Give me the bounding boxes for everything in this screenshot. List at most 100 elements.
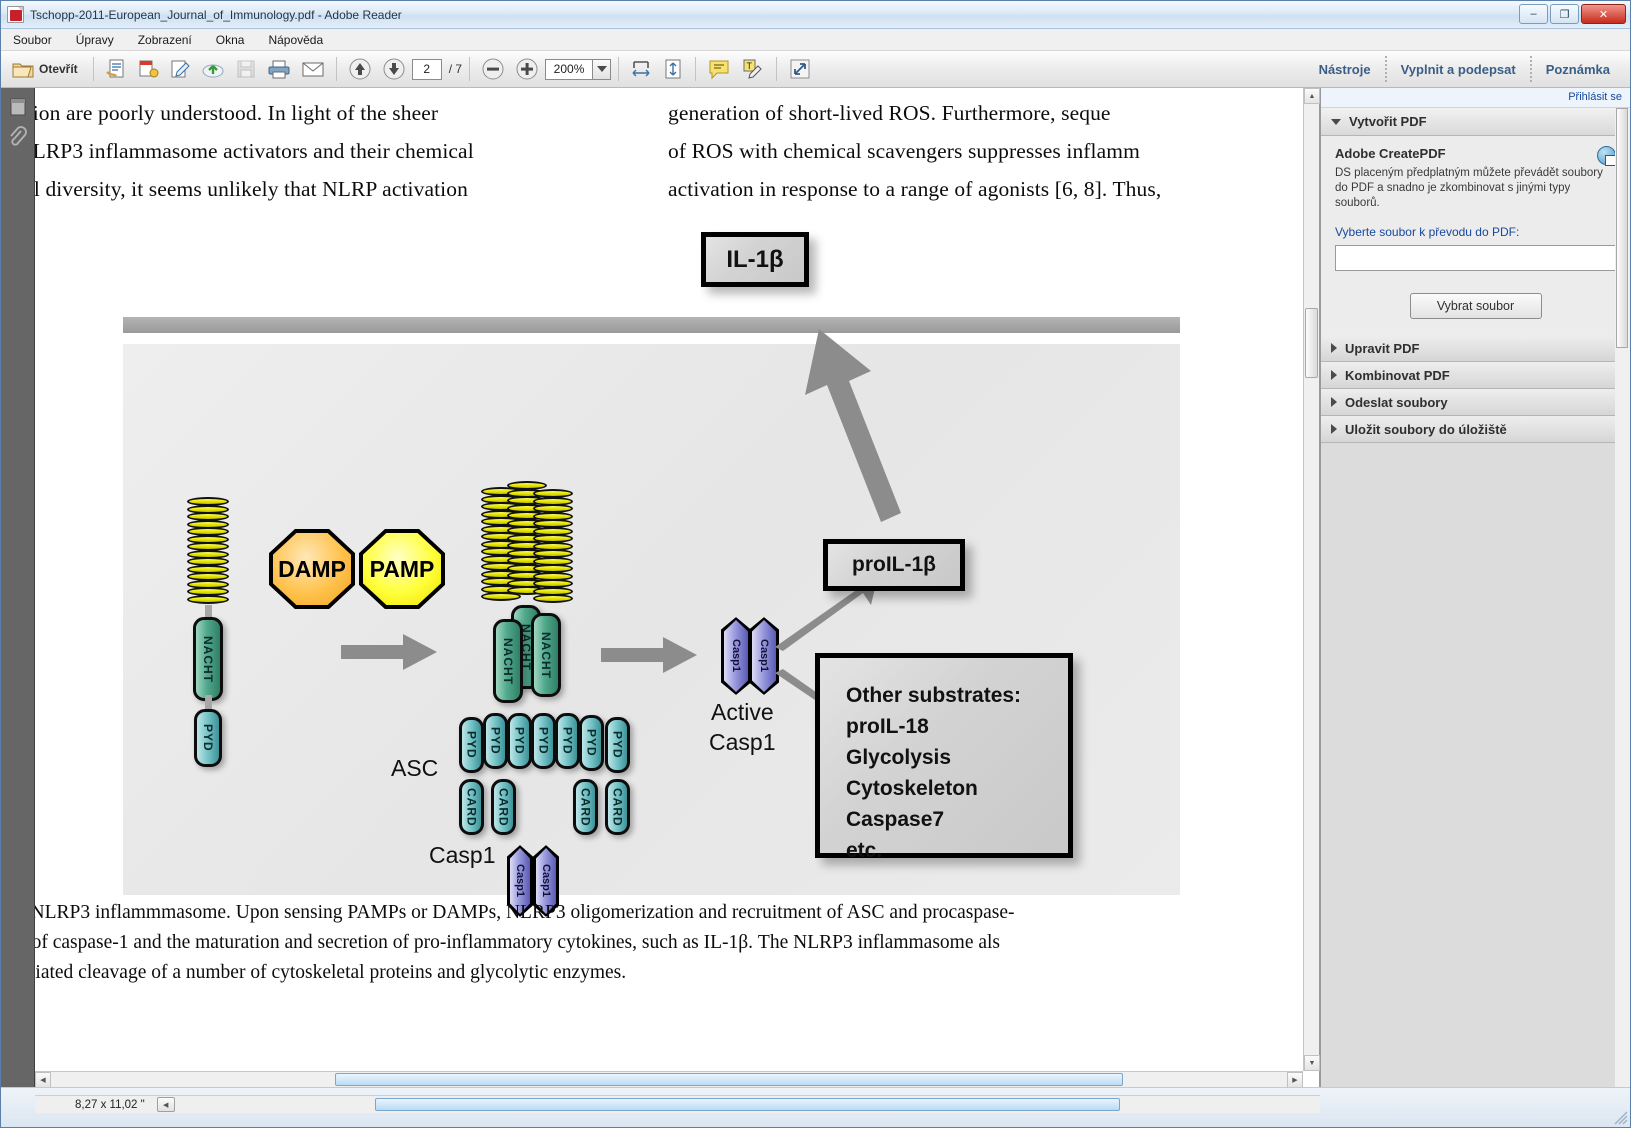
toolbar-right-tabs: Nástroje Vyplnit a podepsat Poznámka bbox=[1305, 51, 1624, 87]
menu-item-napoveda[interactable]: Nápověda bbox=[264, 32, 327, 48]
scroll-left-button[interactable]: ◀ bbox=[35, 1072, 51, 1088]
fit-page-button[interactable] bbox=[658, 54, 688, 84]
pyd-label: PYD bbox=[201, 724, 215, 752]
navigation-pane-strip bbox=[1, 88, 35, 1087]
open-button-label: Otevřít bbox=[39, 62, 78, 76]
horizontal-scrollbar[interactable]: ◀ ▶ bbox=[35, 1071, 1303, 1088]
highlight-text-button[interactable]: T bbox=[737, 54, 769, 84]
zoom-dropdown-button[interactable] bbox=[593, 58, 612, 80]
tools-right-panel: Přihlásit se Vytvořit PDF Adobe CreatePD… bbox=[1320, 88, 1630, 1087]
lrr-coil bbox=[187, 497, 229, 604]
menu-bar: Soubor Úpravy Zobrazení Okna Nápověda bbox=[1, 29, 1630, 51]
section-upravit-pdf[interactable]: Upravit PDF bbox=[1321, 335, 1630, 362]
section-ulozit-soubory[interactable]: Uložit soubory do úložiště bbox=[1321, 416, 1630, 443]
section-kombinovat-pdf[interactable]: Kombinovat PDF bbox=[1321, 362, 1630, 389]
section-label: Kombinovat PDF bbox=[1345, 367, 1450, 383]
scroll-left-button-small[interactable]: ◀ bbox=[156, 1097, 175, 1112]
cell-membrane bbox=[123, 317, 1180, 333]
card-label: CARD bbox=[464, 787, 479, 827]
zoom-out-icon bbox=[482, 58, 504, 80]
create-pdf-section-header[interactable]: Vytvořit PDF bbox=[1321, 108, 1630, 136]
page-total-label: / 7 bbox=[448, 62, 463, 76]
printer-icon bbox=[268, 60, 290, 79]
card-domain: CARD bbox=[491, 779, 516, 835]
edit-pdf-button[interactable] bbox=[165, 54, 195, 84]
menu-item-okna[interactable]: Okna bbox=[212, 32, 249, 48]
tab-nastroje[interactable]: Nástroje bbox=[1305, 51, 1385, 87]
vertical-scrollbar-thumb[interactable] bbox=[1305, 308, 1318, 378]
cloud-upload-icon bbox=[202, 64, 224, 78]
scroll-right-button[interactable]: ▶ bbox=[1287, 1072, 1303, 1088]
previous-page-button[interactable] bbox=[344, 54, 376, 84]
status-bar: 8,27 x 11,02 " ◀ bbox=[1, 1087, 1630, 1127]
card-label: CARD bbox=[610, 787, 625, 827]
create-pdf-button[interactable] bbox=[101, 54, 131, 84]
active-casp1-label: Casp1 bbox=[709, 729, 776, 755]
cloud-upload-button[interactable] bbox=[197, 54, 229, 84]
add-comment-button[interactable] bbox=[703, 54, 735, 84]
card-domain: CARD bbox=[573, 779, 598, 835]
pyd-domain: PYD bbox=[605, 717, 630, 773]
combine-files-button[interactable] bbox=[133, 54, 163, 84]
page-number-input[interactable]: 2 bbox=[411, 58, 442, 80]
menu-item-zobrazeni[interactable]: Zobrazení bbox=[134, 32, 196, 48]
status-horizontal-thumb[interactable] bbox=[375, 1098, 1120, 1111]
zoom-in-icon bbox=[516, 58, 538, 80]
print-button[interactable] bbox=[263, 54, 295, 84]
select-file-input[interactable] bbox=[1335, 245, 1616, 271]
tab-poznamka[interactable]: Poznámka bbox=[1532, 51, 1624, 87]
pyd-label: PYD bbox=[512, 727, 527, 755]
fit-width-button[interactable] bbox=[626, 54, 656, 84]
section-odeslat-soubory[interactable]: Odeslat soubory bbox=[1321, 389, 1630, 416]
open-button[interactable]: Otevřít bbox=[7, 54, 86, 84]
pyd-domain: PYD bbox=[459, 717, 484, 773]
document-left-column: ation are poorly understood. In light of… bbox=[35, 94, 647, 208]
maximize-button[interactable]: ❐ bbox=[1550, 4, 1579, 24]
pyd-label: PYD bbox=[560, 727, 575, 755]
fullscreen-button[interactable] bbox=[784, 54, 816, 84]
create-pdf-icon bbox=[105, 59, 124, 78]
horizontal-scrollbar-thumb[interactable] bbox=[335, 1073, 1123, 1086]
fullscreen-icon bbox=[790, 59, 810, 79]
zoom-level-input[interactable]: 200% bbox=[545, 58, 594, 80]
tab-vyplnit-a-podepsat[interactable]: Vyplnit a podepsat bbox=[1387, 51, 1530, 87]
chevron-right-icon bbox=[1331, 397, 1337, 407]
zoom-combo[interactable]: 200% bbox=[545, 58, 612, 80]
attachments-paperclip-icon[interactable] bbox=[7, 126, 29, 148]
save-button[interactable] bbox=[231, 54, 261, 84]
nacht-domain: NACHT bbox=[493, 619, 523, 703]
zoom-out-button[interactable] bbox=[477, 54, 509, 84]
resize-grip-icon[interactable] bbox=[1614, 1111, 1628, 1125]
zoom-in-button[interactable] bbox=[511, 54, 543, 84]
doc-line: generation of short-lived ROS. Furthermo… bbox=[668, 101, 1111, 125]
panel-scrollbar-thumb[interactable] bbox=[1616, 108, 1628, 348]
close-button[interactable]: ✕ bbox=[1581, 4, 1626, 24]
minimize-button[interactable]: – bbox=[1519, 4, 1548, 24]
card-domain: CARD bbox=[605, 779, 630, 835]
pdf-document-icon bbox=[7, 6, 24, 23]
vertical-scrollbar[interactable]: ▲ ▼ bbox=[1303, 88, 1320, 1071]
casp1-label: Casp1 bbox=[730, 639, 742, 673]
figure-nlrp3-inflammasome: IL-1β NACHT PYD DAMP PAMP NACHT NACHT NA… bbox=[123, 232, 1180, 917]
email-button[interactable] bbox=[297, 54, 329, 84]
page-thumbnails-icon[interactable] bbox=[7, 96, 29, 118]
create-pdf-section-body: Adobe CreatePDF DS placeným předplatným … bbox=[1321, 136, 1630, 335]
caption-line: ediated cleavage of a number of cytoskel… bbox=[35, 962, 627, 983]
nacht-domain: NACHT bbox=[193, 617, 223, 701]
menu-item-soubor[interactable]: Soubor bbox=[9, 32, 56, 48]
next-page-button[interactable] bbox=[378, 54, 410, 84]
scroll-down-button[interactable]: ▼ bbox=[1304, 1055, 1320, 1071]
edit-pencil-icon bbox=[171, 60, 190, 78]
other-substrates-item: Cytoskeleton bbox=[846, 777, 978, 800]
sign-in-link[interactable]: Přihlásit se bbox=[1321, 88, 1630, 108]
toolbar-separator-4 bbox=[618, 57, 620, 81]
section-label: Uložit soubory do úložiště bbox=[1345, 421, 1507, 437]
doc-line: ral diversity, it seems unlikely that NL… bbox=[35, 177, 468, 201]
toolbar-separator bbox=[92, 57, 94, 81]
toolbar-separator-5 bbox=[695, 57, 697, 81]
select-file-button[interactable]: Vybrat soubor bbox=[1409, 293, 1542, 319]
nacht-domain: NACHT bbox=[531, 613, 561, 697]
panel-vertical-scrollbar[interactable] bbox=[1615, 108, 1630, 1087]
menu-item-upravy[interactable]: Úpravy bbox=[72, 32, 118, 48]
scroll-up-button[interactable]: ▲ bbox=[1304, 88, 1320, 104]
